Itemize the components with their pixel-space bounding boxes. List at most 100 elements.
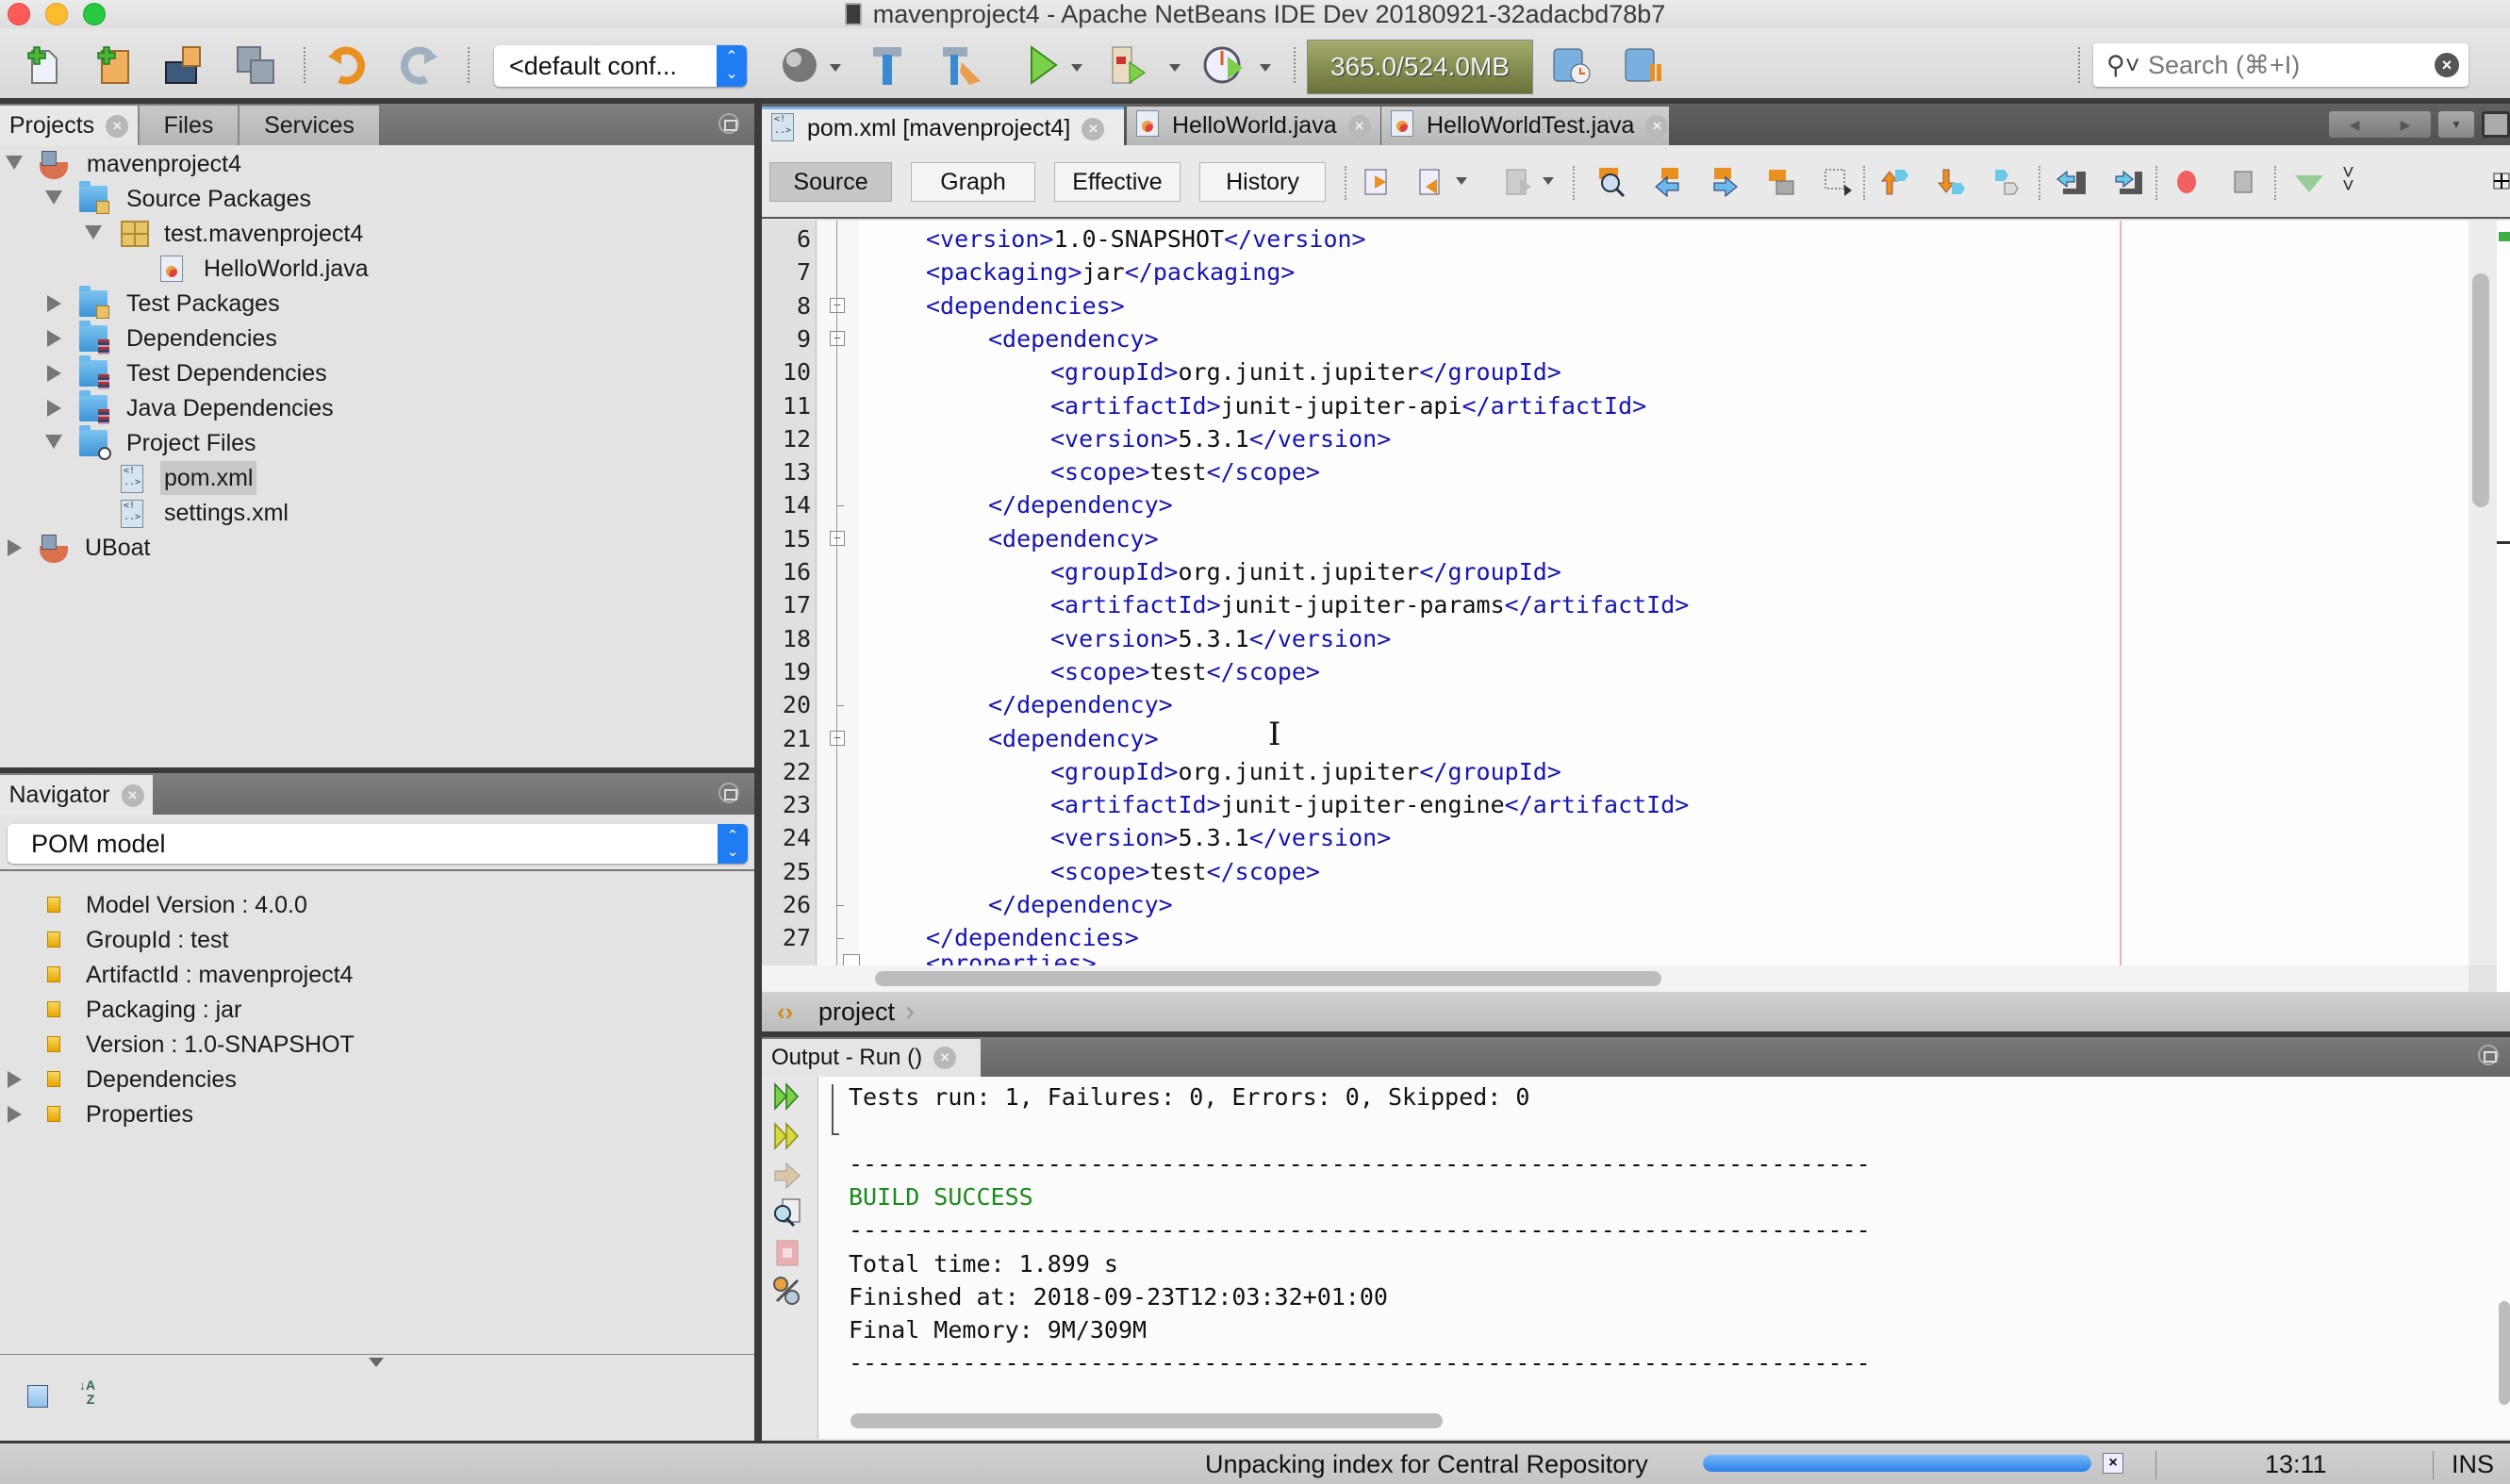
minimize-panel-icon[interactable] — [2478, 1045, 2499, 1065]
tree-node-mavenproject4[interactable]: mavenproject4 — [0, 147, 754, 181]
close-icon[interactable]: × — [106, 115, 129, 138]
no-errors-indicator[interactable] — [2499, 232, 2510, 241]
scroll-tabs-left-icon[interactable]: ◀ — [2329, 111, 2380, 138]
back-icon[interactable] — [1416, 166, 1448, 198]
minimize-panel-icon[interactable] — [718, 783, 739, 803]
clear-search-icon[interactable]: × — [2435, 53, 2459, 77]
caret-position-mark[interactable] — [2497, 541, 2510, 544]
tree-node-uboat[interactable]: UBoat — [0, 531, 754, 565]
vertical-scrollbar-thumb[interactable] — [2472, 273, 2489, 507]
debug-dropdown-icon[interactable] — [1169, 64, 1181, 72]
expand-toggle-icon[interactable] — [8, 539, 22, 556]
memory-meter[interactable]: 365.0/524.0MB — [1307, 40, 1533, 94]
tree-node-test-dependencies[interactable]: Test Dependencies — [0, 355, 754, 390]
close-icon[interactable]: × — [1347, 115, 1371, 138]
expand-toggle-icon[interactable] — [47, 400, 61, 417]
splitter[interactable] — [754, 104, 762, 1441]
code-line[interactable]: </dependency> — [988, 688, 1173, 721]
fold-toggle-icon[interactable]: − — [830, 530, 845, 546]
output-vertical-scrollbar[interactable] — [2499, 1301, 2510, 1405]
save-all-icon[interactable] — [234, 43, 277, 87]
breadcrumb-item[interactable]: project — [818, 992, 895, 1031]
previous-bookmark-icon[interactable] — [1878, 166, 1910, 198]
navigator-item[interactable]: Version : 1.0-SNAPSHOT — [0, 1028, 754, 1062]
validate-xml-icon[interactable] — [2293, 166, 2325, 198]
code-line[interactable]: <groupId>org.junit.jupiter</groupId> — [1050, 755, 1561, 788]
fold-toggle-icon[interactable]: − — [830, 330, 845, 346]
code-editor[interactable]: 6 <version>1.0-SNAPSHOT</version> 7 <packag… — [762, 221, 2469, 965]
pause-icon[interactable] — [1622, 43, 1665, 87]
run-dropdown-icon[interactable] — [1071, 64, 1082, 72]
code-line[interactable]: <scope>test</scope> — [1050, 855, 1320, 888]
graph-view-button[interactable]: Graph — [911, 162, 1035, 202]
navigator-item[interactable]: GroupId : test — [0, 923, 754, 957]
rerun-icon[interactable] — [771, 1080, 803, 1113]
clean-build-icon[interactable] — [941, 43, 984, 87]
code-line[interactable]: <dependency> — [988, 722, 1159, 755]
tree-node-pom-xml[interactable]: <! ..> pom.xml — [0, 461, 754, 495]
code-line[interactable]: <artifactId>junit-jupiter-engine</artifa… — [1050, 788, 1689, 821]
find-next-icon[interactable] — [1709, 166, 1741, 198]
rerun-with-options-icon[interactable] — [771, 1120, 803, 1152]
code-line[interactable]: <version>5.3.1</version> — [1050, 422, 1391, 455]
navigator-item[interactable]: ArtifactId : mavenproject4 — [0, 958, 754, 992]
last-edit-icon[interactable] — [1360, 166, 1392, 198]
configuration-select[interactable]: <default conf... ⌃ ⌄ — [494, 45, 747, 87]
scroll-tabs-right-icon[interactable]: ▶ — [2380, 111, 2431, 138]
start-macro-recording-icon[interactable] — [2171, 166, 2203, 198]
tab-pom-xml[interactable]: <! ..> pom.xml [mavenproject4] × — [762, 107, 1124, 145]
expand-toggle-icon[interactable] — [45, 190, 62, 205]
expand-toggle-icon[interactable] — [45, 435, 62, 449]
tab-helloworld-java[interactable]: HelloWorld.java × — [1126, 107, 1380, 145]
tree-node-project-files[interactable]: Project Files — [0, 425, 754, 460]
inspect-icon[interactable] — [771, 1197, 803, 1229]
settings-icon[interactable] — [771, 1275, 803, 1307]
expand-toggle-icon[interactable] — [8, 1106, 22, 1123]
stop-macro-recording-icon[interactable] — [2227, 166, 2259, 198]
search-input[interactable]: ⚲˅ Search (⌘+I) × — [2093, 43, 2469, 87]
tree-node-java-dependencies[interactable]: Java Dependencies — [0, 390, 754, 425]
debug-icon[interactable] — [1109, 43, 1152, 87]
tab-output-run[interactable]: Output - Run () × — [762, 1039, 981, 1077]
code-line[interactable]: <dependencies> — [926, 289, 1125, 322]
new-project-icon[interactable] — [92, 43, 136, 87]
back-dropdown-icon[interactable] — [1456, 177, 1467, 185]
sort-alphabetically-icon[interactable]: ↓A Z — [79, 1378, 113, 1410]
filter-icon[interactable] — [27, 1385, 48, 1408]
redo-icon[interactable] — [396, 43, 439, 87]
output-console[interactable]: Tests run: 1, Failures: 0, Errors: 0, Sk… — [762, 1077, 2510, 1439]
browser-icon[interactable] — [779, 43, 822, 87]
expand-toggle-icon[interactable] — [85, 225, 102, 239]
stop-icon[interactable] — [771, 1237, 803, 1269]
code-line[interactable]: <artifactId>junit-jupiter-params</artifa… — [1050, 588, 1689, 621]
profile-dropdown-icon[interactable] — [1260, 64, 1271, 72]
close-icon[interactable]: × — [1082, 118, 1105, 140]
horizontal-scrollbar-thumb[interactable] — [875, 971, 1661, 986]
tree-node-package[interactable]: test.mavenproject4 — [0, 217, 754, 251]
find-selection-icon[interactable] — [1765, 166, 1797, 198]
expand-toggle-icon[interactable] — [8, 1071, 22, 1088]
forward-dropdown-icon[interactable] — [1543, 177, 1554, 185]
code-line[interactable]: </dependencies> — [926, 921, 1139, 954]
code-line[interactable]: <groupId>org.junit.jupiter</groupId> — [1050, 355, 1561, 388]
navigator-view-select[interactable]: POM model ⌃ ⌄ — [8, 824, 748, 864]
gc-icon[interactable] — [1550, 43, 1594, 87]
code-line[interactable]: <version>5.3.1</version> — [1050, 622, 1391, 655]
tree-node-test-packages[interactable]: Test Packages — [0, 286, 754, 321]
undo-icon[interactable] — [326, 43, 370, 87]
find-icon[interactable] — [1595, 166, 1627, 198]
more-tools-icon[interactable]: ˅ ˅ — [2342, 162, 2354, 196]
shift-left-icon[interactable] — [2056, 166, 2088, 198]
code-line[interactable]: <scope>test</scope> — [1050, 655, 1320, 688]
forward-icon[interactable] — [1503, 166, 1535, 198]
expand-toggle-icon[interactable] — [47, 330, 61, 347]
close-icon[interactable]: × — [1645, 115, 1669, 138]
navigator-item[interactable]: Dependencies — [0, 1063, 754, 1097]
tab-projects[interactable]: Projects × — [0, 106, 138, 145]
navigator-item[interactable]: Model Version : 4.0.0 — [0, 888, 754, 922]
code-line[interactable]: </dependency> — [988, 488, 1173, 521]
tree-node-dependencies[interactable]: Dependencies — [0, 321, 754, 355]
toggle-bookmark-icon[interactable] — [1991, 166, 2023, 198]
browser-dropdown-icon[interactable] — [830, 64, 841, 72]
code-line[interactable]: <groupId>org.junit.jupiter</groupId> — [1050, 555, 1561, 588]
